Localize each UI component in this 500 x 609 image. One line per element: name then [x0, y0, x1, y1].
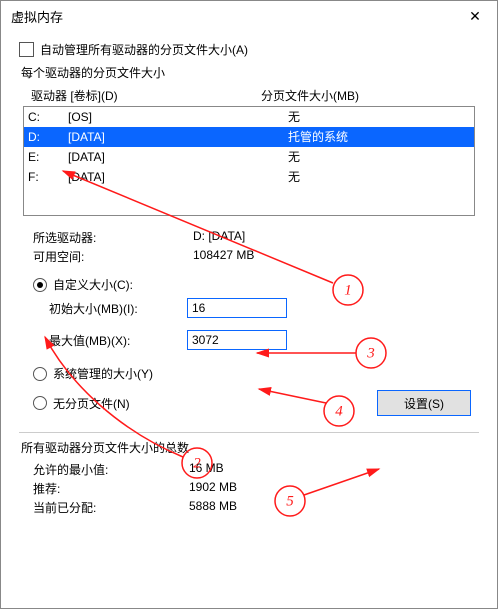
header-pagefile-size: 分页文件大小(MB) [261, 87, 359, 104]
initial-size-input[interactable] [187, 298, 287, 318]
no-pagefile-radio[interactable] [33, 396, 47, 410]
custom-size-radio[interactable] [33, 278, 47, 292]
no-pagefile-radio-row[interactable]: 无分页文件(N) 设置(S) [19, 388, 479, 418]
set-button-label: 设置(S) [404, 395, 444, 412]
drive-list[interactable]: C: [OS] 无 D: [DATA] 托管的系统 E: [DATA] 无 F:… [23, 106, 475, 216]
drive-label: [DATA] [68, 168, 288, 186]
system-managed-radio-row[interactable]: 系统管理的大小(Y) [19, 363, 479, 384]
drive-letter: E: [28, 148, 68, 166]
totals-min-value: 16 MB [189, 461, 224, 478]
selected-drive-label: 所选驱动器: [33, 229, 193, 246]
selected-drive-line: 所选驱动器: D: [DATA] [19, 228, 479, 247]
totals-rec-value: 1902 MB [189, 480, 237, 497]
custom-size-radio-row[interactable]: 自定义大小(C): [19, 274, 479, 295]
per-drive-heading: 每个驱动器的分页文件大小 [21, 64, 479, 81]
free-space-value: 108427 MB [193, 248, 254, 265]
drive-label: [DATA] [68, 148, 288, 166]
totals-min-line: 允许的最小值: 16 MB [19, 460, 479, 479]
initial-size-line: 初始大小(MB)(I): [19, 295, 479, 321]
totals-heading: 所有驱动器分页文件大小的总数 [21, 439, 479, 456]
pagefile-size: 无 [288, 108, 300, 126]
max-size-label: 最大值(MB)(X): [49, 332, 187, 349]
drive-list-header: 驱动器 [卷标](D) 分页文件大小(MB) [19, 85, 479, 106]
pagefile-size: 无 [288, 168, 300, 186]
close-icon: ✕ [469, 8, 481, 25]
virtual-memory-dialog: 虚拟内存 ✕ 自动管理所有驱动器的分页文件大小(A) 每个驱动器的分页文件大小 … [0, 0, 498, 609]
auto-manage-label: 自动管理所有驱动器的分页文件大小(A) [40, 41, 248, 58]
max-size-line: 最大值(MB)(X): [19, 327, 479, 353]
drive-label: [OS] [68, 108, 288, 126]
totals-cur-label: 当前已分配: [33, 499, 189, 516]
system-managed-radio-label: 系统管理的大小(Y) [53, 365, 153, 382]
header-drive-name: 驱动器 [卷标](D) [31, 87, 261, 104]
drive-letter: C: [28, 108, 68, 126]
totals-cur-line: 当前已分配: 5888 MB [19, 498, 479, 517]
window-title: 虚拟内存 [11, 7, 453, 26]
drive-letter: F: [28, 168, 68, 186]
selected-drive-value: D: [DATA] [193, 229, 245, 246]
titlebar: 虚拟内存 ✕ [1, 1, 497, 31]
drive-label: [DATA] [68, 128, 288, 146]
free-space-label: 可用空间: [33, 248, 193, 265]
table-row[interactable]: D: [DATA] 托管的系统 [24, 127, 474, 147]
totals-rec-label: 推荐: [33, 480, 189, 497]
totals-min-label: 允许的最小值: [33, 461, 189, 478]
pagefile-size: 托管的系统 [288, 128, 348, 146]
free-space-line: 可用空间: 108427 MB [19, 247, 479, 266]
auto-manage-checkbox[interactable] [19, 42, 34, 57]
table-row[interactable]: F: [DATA] 无 [24, 167, 474, 187]
pagefile-size: 无 [288, 148, 300, 166]
totals-cur-value: 5888 MB [189, 499, 237, 516]
no-pagefile-radio-label: 无分页文件(N) [53, 395, 130, 412]
dialog-content: 自动管理所有驱动器的分页文件大小(A) 每个驱动器的分页文件大小 驱动器 [卷标… [11, 31, 487, 608]
system-managed-radio[interactable] [33, 367, 47, 381]
totals-rec-line: 推荐: 1902 MB [19, 479, 479, 498]
divider [19, 432, 479, 433]
close-button[interactable]: ✕ [453, 1, 497, 31]
max-size-input[interactable] [187, 330, 287, 350]
custom-size-radio-label: 自定义大小(C): [53, 276, 133, 293]
set-button[interactable]: 设置(S) [377, 390, 471, 416]
table-row[interactable]: E: [DATA] 无 [24, 147, 474, 167]
auto-manage-row[interactable]: 自动管理所有驱动器的分页文件大小(A) [19, 41, 479, 58]
table-row[interactable]: C: [OS] 无 [24, 107, 474, 127]
drive-letter: D: [28, 128, 68, 146]
initial-size-label: 初始大小(MB)(I): [49, 300, 187, 317]
